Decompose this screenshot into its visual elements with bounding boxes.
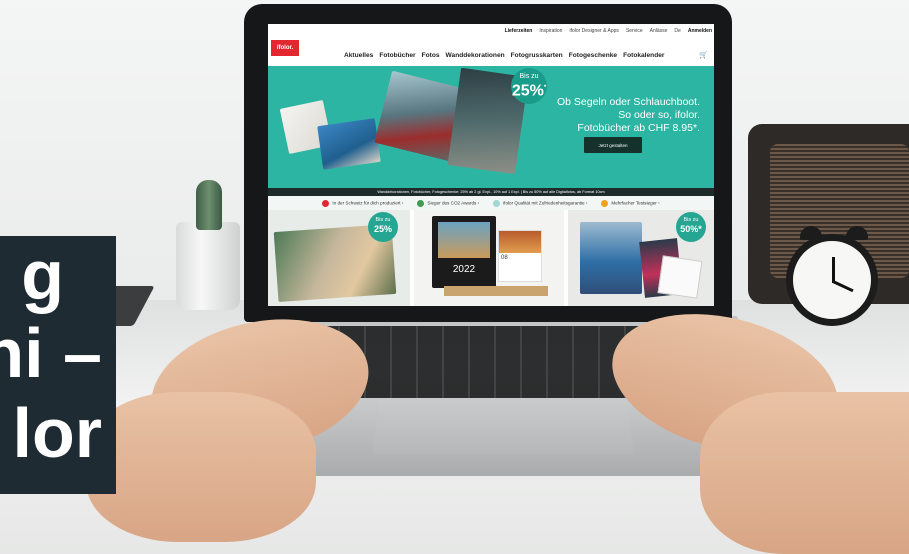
nav-item-wanddekorationen[interactable]: Wanddekorationen <box>446 52 505 59</box>
overlay-title-line-1: g <box>21 236 64 314</box>
tile-gifts-person-image <box>580 222 642 294</box>
tile-gifts-print <box>657 255 703 299</box>
nav-item-fotobuecher[interactable]: Fotobücher <box>379 52 415 59</box>
hero-banner[interactable]: Bis zu 25%* Ob Segeln oder Schlauchboot.… <box>268 66 714 188</box>
utility-link-occasions[interactable]: Anlässe <box>650 28 668 34</box>
hero-line-2: So oder so, ifolor. <box>618 109 700 121</box>
cart-icon[interactable]: 🛒 <box>699 51 708 59</box>
trophy-icon <box>601 199 609 207</box>
tile-photobook[interactable]: Bis zu 25% <box>268 210 410 306</box>
usp-item-quality: ifolor Qualität mit Zufriedenheitsgarant… <box>493 199 587 207</box>
overlay-title-line-2: ni – <box>0 314 102 392</box>
utility-bar: Lieferzeiten Inspiration ifolor Designer… <box>268 24 714 38</box>
calendar-wood-stand <box>444 286 548 296</box>
nav-item-fotos[interactable]: Fotos <box>422 52 440 59</box>
usp-item-award: Sieger des CO2 Awards › <box>417 199 479 207</box>
main-nav: Aktuelles Fotobücher Fotos Wanddekoratio… <box>344 52 664 59</box>
calendar-back-photo <box>499 231 541 253</box>
calendar-desk-front: 2022 <box>432 216 496 288</box>
swiss-flag-icon <box>322 199 330 207</box>
usp-item-testwinner: Mehrfacher Testsieger › <box>601 199 660 207</box>
overlay-title-line-3: lor <box>12 394 102 472</box>
clock-hand-minute <box>832 280 854 293</box>
utility-link-inspiration[interactable]: Inspiration <box>539 28 562 34</box>
tile-photobook-badge-big: 25% <box>373 224 392 234</box>
left-forearm <box>86 392 316 542</box>
right-forearm <box>700 392 909 554</box>
nav-item-aktuelles[interactable]: Aktuelles <box>344 52 373 59</box>
hero-badge-sup: * <box>543 85 547 91</box>
laptop-trackpad <box>372 398 634 454</box>
calendar-photo <box>438 222 490 258</box>
utility-link-designer[interactable]: ifolor Designer & Apps <box>569 28 618 34</box>
hero-cta-button[interactable]: Jetzt gestalten <box>584 137 642 153</box>
cactus-pot <box>176 222 240 310</box>
nav-item-fotogeschenke[interactable]: Fotogeschenke <box>569 52 617 59</box>
usp-bar: In der Schweiz für dich produziert › Sie… <box>268 196 714 210</box>
hero-line-1: Ob Segeln oder Schlauchboot. <box>556 96 700 108</box>
tile-gifts-badge-small: Bis zu <box>683 217 699 223</box>
language-selector[interactable]: De <box>674 28 680 34</box>
utility-link-service[interactable]: Service <box>626 28 643 34</box>
nav-item-fotogrusskarten[interactable]: Fotogrusskarten <box>511 52 563 59</box>
usp-text-quality: ifolor Qualität mit Zufriedenheitsgarant… <box>503 200 585 206</box>
cactus <box>196 180 222 230</box>
ifolor-logo[interactable]: ifolor. <box>271 40 299 56</box>
tile-gifts-badge-big: 50%* <box>680 224 702 234</box>
usp-text-swiss: In der Schweiz für dich produziert <box>332 200 401 206</box>
alarm-clock <box>786 234 878 326</box>
usp-text-testwinner: Mehrfacher Testsieger <box>611 200 657 206</box>
calendar-month: 08 <box>501 255 508 261</box>
tile-calendar[interactable]: 2022 08 <box>414 210 564 306</box>
hero-line-3: Fotobücher ab CHF 8.95*. <box>577 122 700 134</box>
tile-photobook-badge: Bis zu 25% <box>368 212 398 242</box>
tile-gifts-badge: Bis zu 50%* <box>676 212 706 242</box>
calendar-year: 2022 <box>452 264 476 275</box>
photo-book-sea <box>317 118 381 170</box>
calendar-desk-back: 08 <box>498 230 542 282</box>
laptop-screen: Lieferzeiten Inspiration ifolor Designer… <box>268 24 714 306</box>
usp-text-award: Sieger des CO2 Awards <box>427 200 477 206</box>
utility-link-delivery[interactable]: Lieferzeiten <box>505 28 533 34</box>
usp-item-swiss: In der Schweiz für dich produziert › <box>322 199 403 207</box>
quality-seal-icon <box>493 199 501 207</box>
hero-badge-small: Bis zu <box>519 73 539 80</box>
leaf-icon <box>417 199 425 207</box>
utility-nav: Lieferzeiten Inspiration ifolor Designer… <box>505 28 712 34</box>
nav-item-fotokalender[interactable]: Fotokalender <box>623 52 664 59</box>
login-link[interactable]: Anmelden <box>688 28 712 34</box>
tile-photo-gifts[interactable]: Bis zu 50%* <box>568 210 714 306</box>
overlay-title-panel: g ni – lor <box>0 236 116 494</box>
promo-strip: Wanddekorationen, Fotobücher, Fotogesche… <box>268 188 714 196</box>
tile-photobook-badge-small: Bis zu <box>375 217 391 223</box>
hero-headline: Ob Segeln oder Schlauchboot. So oder so,… <box>500 96 700 135</box>
